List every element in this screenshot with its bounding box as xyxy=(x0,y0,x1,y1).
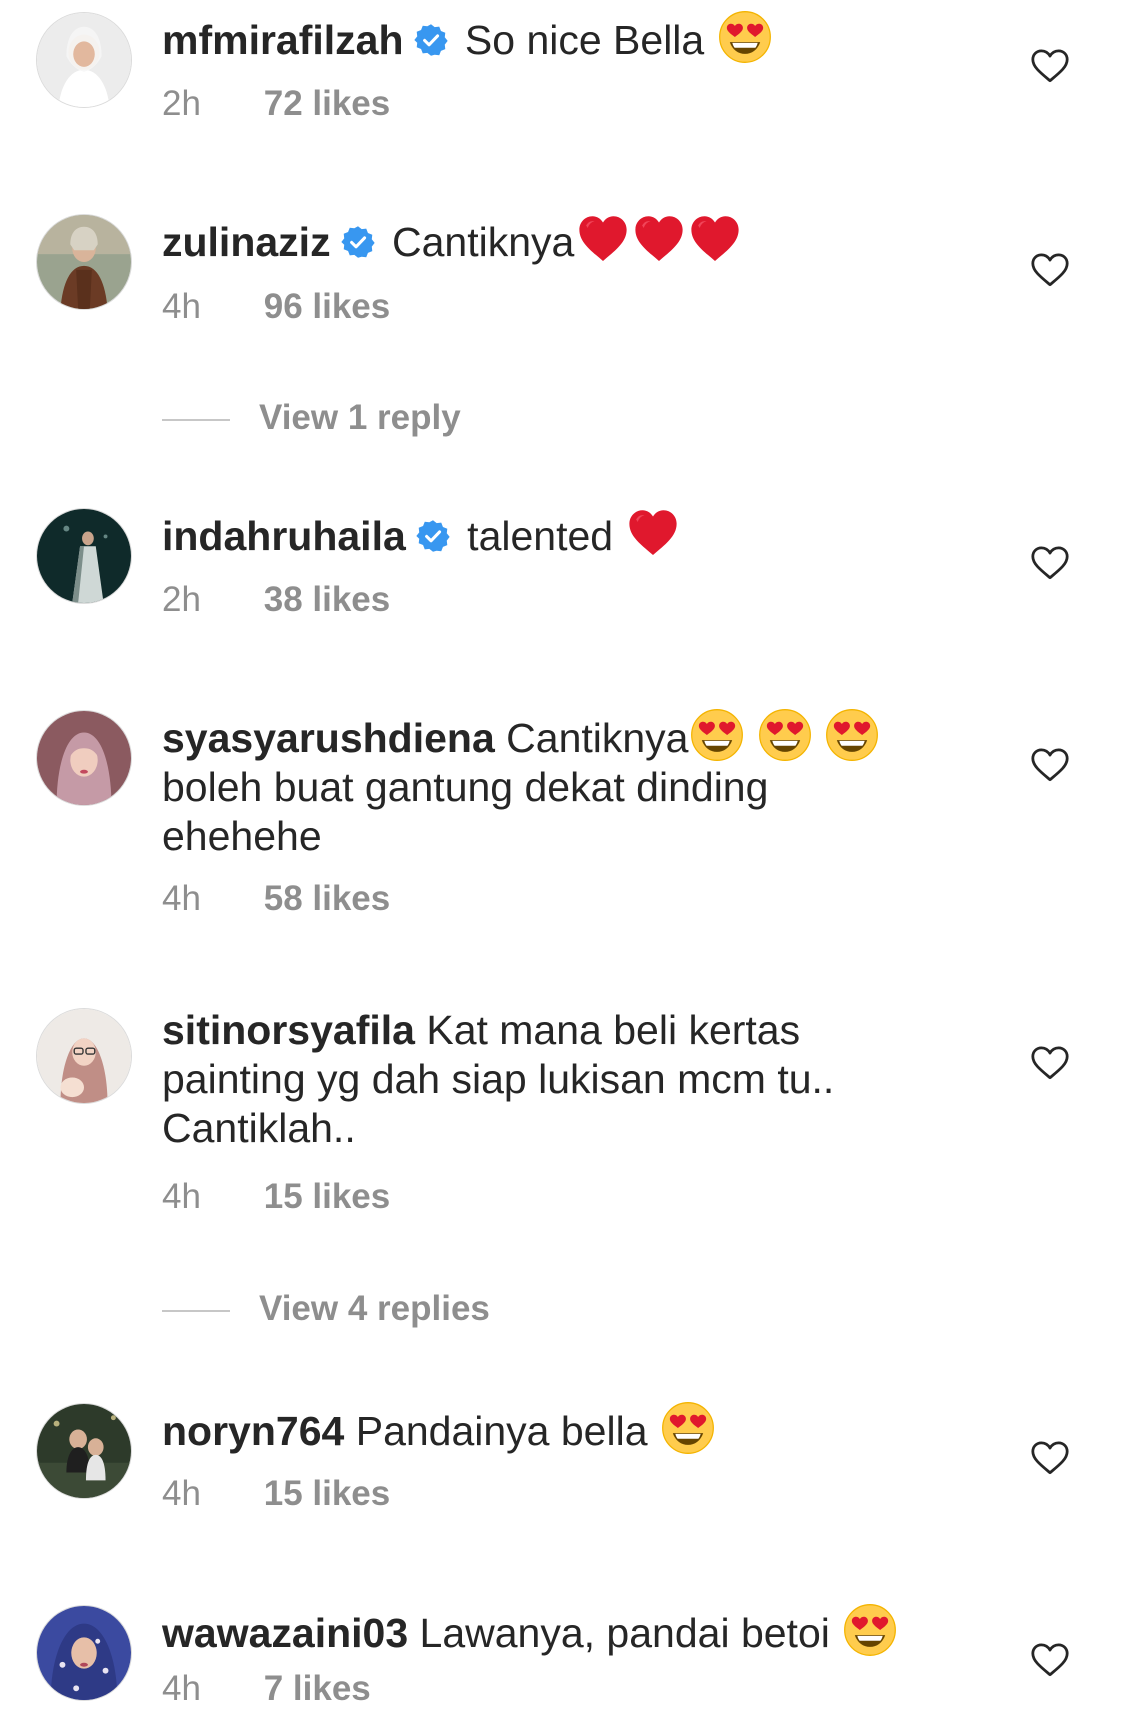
comment-time: 4h xyxy=(162,1177,201,1216)
like-heart-icon[interactable] xyxy=(1030,1440,1070,1476)
heart-eyes-emoji-icon xyxy=(843,1603,897,1657)
comment-body: Pandainya bella xyxy=(355,1408,648,1454)
verified-badge-icon xyxy=(414,23,448,57)
username[interactable]: noryn764 xyxy=(162,1408,344,1454)
likes-count[interactable]: 72 likes xyxy=(264,84,391,123)
likes-count[interactable]: 38 likes xyxy=(264,580,391,619)
view-replies-button[interactable]: View 4 replies xyxy=(162,1289,490,1329)
red-heart-emoji-icon xyxy=(626,506,680,560)
heart-eyes-emoji-icon xyxy=(758,708,812,762)
comment-time: 4h xyxy=(162,287,201,326)
comment-time: 4h xyxy=(162,1669,201,1708)
heart-eyes-emoji-icon xyxy=(825,708,879,762)
comment-time: 2h xyxy=(162,84,201,123)
username[interactable]: mfmirafilzah xyxy=(162,17,404,63)
replies-divider-line xyxy=(162,418,230,421)
comment-time: 4h xyxy=(162,1474,201,1513)
avatar[interactable] xyxy=(36,214,132,310)
comment-meta: 2h 38 likes xyxy=(162,580,390,620)
heart-eyes-emoji-icon xyxy=(690,708,744,762)
likes-count[interactable]: 7 likes xyxy=(264,1669,371,1708)
comment-body-continued: boleh buat gantung dekat dinding ehehehe xyxy=(162,764,769,859)
verified-badge-icon xyxy=(341,225,375,259)
username[interactable]: indahruhaila xyxy=(162,513,406,559)
view-replies-label[interactable]: View 4 replies xyxy=(259,1289,490,1328)
like-heart-icon[interactable] xyxy=(1030,545,1070,581)
avatar[interactable] xyxy=(36,12,132,108)
username[interactable]: wawazaini03 xyxy=(162,1610,408,1656)
comment-body: Cantiknya xyxy=(506,715,689,761)
like-heart-icon[interactable] xyxy=(1030,1642,1070,1678)
comment-text: syasyarushdiena Cantiknya boleh buat gan… xyxy=(162,708,932,861)
like-heart-icon[interactable] xyxy=(1030,747,1070,783)
likes-count[interactable]: 15 likes xyxy=(264,1474,391,1513)
comment-body: Cantiknya xyxy=(391,219,575,265)
comment-body: Lawanya, pandai betoi xyxy=(419,1610,830,1656)
comment-text: mfmirafilzah So nice Bella xyxy=(162,10,932,65)
red-heart-emoji-icon xyxy=(576,212,630,266)
comment-meta: 4h 96 likes xyxy=(162,287,390,327)
comment-text: indahruhaila talented xyxy=(162,506,932,561)
red-heart-emoji-icon xyxy=(632,212,686,266)
view-replies-label[interactable]: View 1 reply xyxy=(259,398,461,437)
username[interactable]: sitinorsyafila xyxy=(162,1007,415,1053)
replies-divider-line xyxy=(162,1309,230,1312)
comment-text: sitinorsyafila Kat mana beli kertas pain… xyxy=(162,1006,932,1153)
like-heart-icon[interactable] xyxy=(1030,1045,1070,1081)
likes-count[interactable]: 96 likes xyxy=(264,287,391,326)
comment-body: talented xyxy=(467,513,614,559)
username[interactable]: zulinaziz xyxy=(162,219,331,265)
comment-text: zulinaziz Cantiknya xyxy=(162,212,932,267)
red-heart-emoji-icon xyxy=(688,212,742,266)
avatar[interactable] xyxy=(36,1403,132,1499)
like-heart-icon[interactable] xyxy=(1030,252,1070,288)
comment-meta: 4h 15 likes xyxy=(162,1474,390,1514)
avatar[interactable] xyxy=(36,508,132,604)
username[interactable]: syasyarushdiena xyxy=(162,715,495,761)
comment-text: wawazaini03 Lawanya, pandai betoi xyxy=(162,1603,932,1658)
avatar[interactable] xyxy=(36,1605,132,1701)
comment-time: 4h xyxy=(162,879,201,918)
heart-eyes-emoji-icon xyxy=(661,1401,715,1455)
verified-badge-icon xyxy=(416,519,450,553)
avatar[interactable] xyxy=(36,710,132,806)
comment-meta: 4h 7 likes xyxy=(162,1669,371,1709)
comment-meta: 4h 15 likes xyxy=(162,1177,390,1217)
like-heart-icon[interactable] xyxy=(1030,48,1070,84)
comment-text: noryn764 Pandainya bella xyxy=(162,1401,932,1456)
comment-meta: 2h 72 likes xyxy=(162,84,390,124)
comment-meta: 4h 58 likes xyxy=(162,879,390,919)
comment-time: 2h xyxy=(162,580,201,619)
avatar[interactable] xyxy=(36,1008,132,1104)
view-replies-button[interactable]: View 1 reply xyxy=(162,398,461,438)
likes-count[interactable]: 15 likes xyxy=(264,1177,391,1216)
comment-body: So nice Bella xyxy=(464,17,705,63)
heart-eyes-emoji-icon xyxy=(718,10,772,64)
likes-count[interactable]: 58 likes xyxy=(264,879,391,918)
